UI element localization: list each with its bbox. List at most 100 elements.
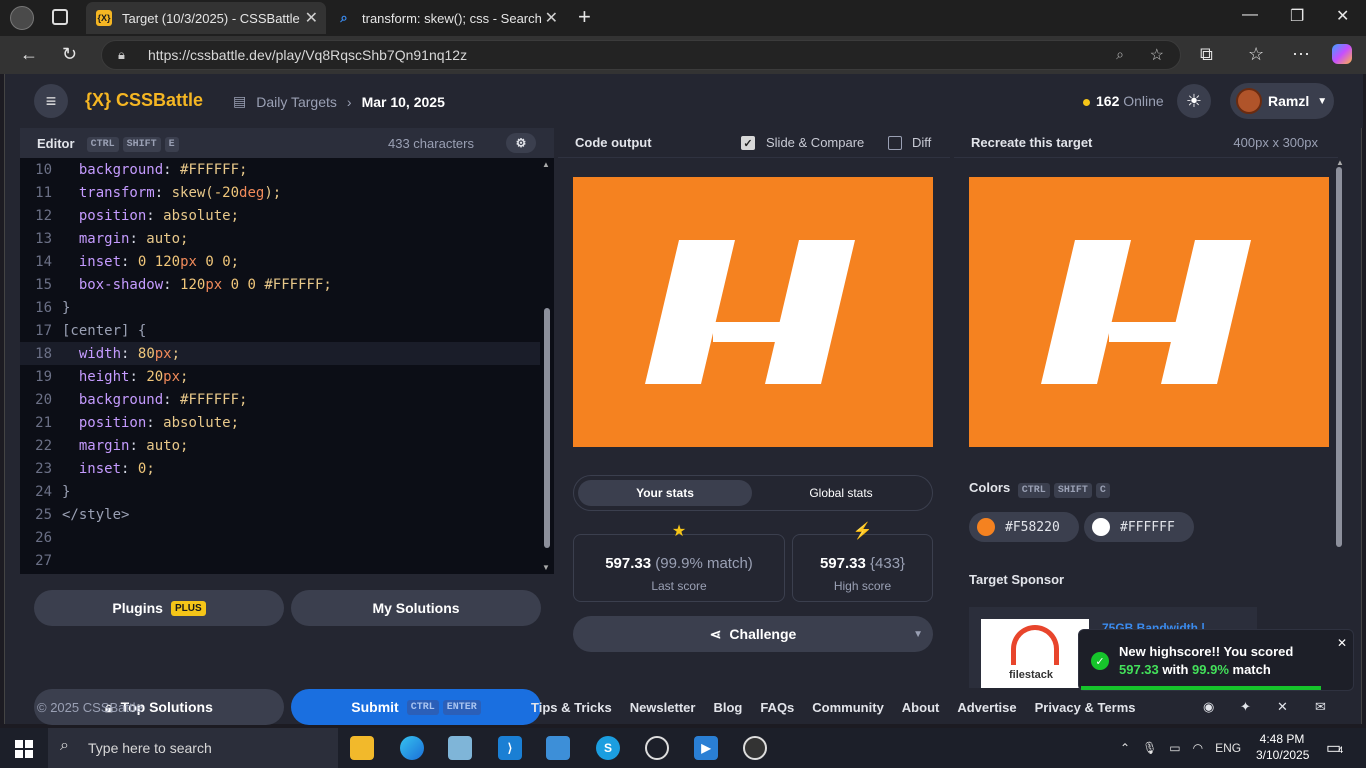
language-indicator[interactable]: ENG <box>1215 741 1241 755</box>
tab-actions-icon[interactable] <box>52 9 68 25</box>
profile-avatar[interactable] <box>10 6 34 30</box>
scroll-up-icon[interactable]: ▲ <box>542 160 550 169</box>
file-explorer-icon[interactable] <box>350 736 374 760</box>
skype-icon[interactable]: S <box>596 736 620 760</box>
close-window-icon[interactable]: ✕ <box>1336 6 1349 26</box>
code-line[interactable]: 15 box-shadow: 120px 0 0 #FFFFFF; <box>20 273 540 296</box>
taskbar-search[interactable]: ⌕ Type here to search <box>48 728 338 768</box>
x-icon[interactable]: ✕ <box>1277 699 1288 715</box>
microphone-icon[interactable]: 🎙︎ <box>1142 741 1157 755</box>
tab-cssbattle[interactable]: {X} Target (10/3/2025) - CSSBattle ✕ <box>86 2 326 34</box>
editor-scrollbar[interactable]: ▲ ▼ <box>541 158 553 574</box>
theme-toggle-button[interactable]: ☀ <box>1177 84 1211 118</box>
cssbattle-logo[interactable]: {X} CSSBattle <box>85 90 203 111</box>
scroll-down-icon[interactable]: ▼ <box>542 563 550 572</box>
tab-global-stats[interactable]: Global stats <box>754 480 928 506</box>
edge-icon[interactable] <box>400 736 424 760</box>
code-line[interactable]: 26 <box>20 526 540 549</box>
high-score-card: ⚡ 597.33 {433} High score <box>792 523 933 602</box>
close-icon[interactable]: ✕ <box>1337 636 1347 650</box>
code-line[interactable]: 19 height: 20px; <box>20 365 540 388</box>
footer-link-about[interactable]: About <box>902 700 940 715</box>
line-code: margin: auto; <box>78 437 189 454</box>
footer-link-faqs[interactable]: FAQs <box>760 700 794 715</box>
code-line[interactable]: 25 </style> <box>20 503 540 526</box>
menu-button[interactable]: ≡ <box>34 84 68 118</box>
extensions-icon[interactable]: ⧉ <box>1200 44 1213 65</box>
slide-compare-checkbox[interactable]: ✓ <box>741 136 755 150</box>
chatgpt-icon[interactable] <box>645 736 669 760</box>
code-line[interactable]: 24} <box>20 480 540 503</box>
address-bar[interactable]: 🔒︎ https://cssbattle.dev/play/Vq8RqscShb… <box>101 40 1181 70</box>
back-icon[interactable]: ← <box>20 44 38 65</box>
bluesky-icon[interactable]: ✦ <box>1240 699 1251 715</box>
more-menu-icon[interactable]: ⋯ <box>1292 44 1310 65</box>
app-icon[interactable] <box>448 736 472 760</box>
battery-icon[interactable]: ▭ <box>1169 741 1180 755</box>
footer-link-privacy[interactable]: Privacy & Terms <box>1035 700 1136 715</box>
code-line[interactable]: 13 margin: auto; <box>20 227 540 250</box>
user-menu-button[interactable]: Ramzl ▼ <box>1230 83 1334 119</box>
breadcrumb-daily-targets[interactable]: Daily Targets <box>256 94 337 110</box>
discord-icon[interactable]: ◉ <box>1203 699 1214 715</box>
obs-icon[interactable] <box>743 736 767 760</box>
media-icon[interactable]: ▶ <box>694 736 718 760</box>
target-title: Recreate this target <box>971 135 1093 150</box>
close-tab-icon[interactable]: ✕ <box>305 8 318 28</box>
tab-search[interactable]: ⌕ transform: skew(); css - Search ✕ <box>326 4 566 32</box>
wifi-icon[interactable]: ◠ <box>1193 741 1203 755</box>
zoom-icon[interactable]: ⌕ <box>1116 46 1124 63</box>
challenge-button[interactable]: ⋖ Challenge ▼ <box>573 616 933 652</box>
notification-icon[interactable]: ▭4 <box>1326 738 1343 758</box>
footer-link-tips[interactable]: Tips & Tricks <box>531 700 612 715</box>
footer-link-advertise[interactable]: Advertise <box>957 700 1016 715</box>
editor-scroll-thumb[interactable] <box>544 308 550 548</box>
close-tab-icon[interactable]: ✕ <box>545 8 558 28</box>
code-line[interactable]: 12 position: absolute; <box>20 204 540 227</box>
code-line[interactable]: 23 inset: 0; <box>20 457 540 480</box>
maximize-icon[interactable]: ❐ <box>1290 6 1304 26</box>
minimize-icon[interactable]: — <box>1242 6 1258 24</box>
mail-icon[interactable]: ✉ <box>1315 699 1326 715</box>
target-scroll-thumb[interactable] <box>1336 167 1342 547</box>
code-line[interactable]: 14 inset: 0 120px 0 0; <box>20 250 540 273</box>
favorite-star-icon[interactable]: ☆ <box>1150 45 1164 65</box>
plugins-button[interactable]: Plugins PLUS <box>34 590 284 626</box>
target-scrollbar[interactable]: ▲ <box>1336 158 1344 558</box>
copilot-icon[interactable] <box>1332 44 1352 64</box>
footer-link-newsletter[interactable]: Newsletter <box>630 700 696 715</box>
tab-your-stats[interactable]: Your stats <box>578 480 752 506</box>
clock[interactable]: 4:48 PM 3/10/2025 <box>1256 731 1309 763</box>
new-tab-icon[interactable]: + <box>578 4 591 30</box>
code-line[interactable]: 22 margin: auto; <box>20 434 540 457</box>
photos-icon[interactable] <box>546 736 570 760</box>
favorites-icon[interactable]: ☆ <box>1248 44 1264 65</box>
code-output-canvas[interactable] <box>573 177 933 447</box>
code-line[interactable]: 10 background: #FFFFFF; <box>20 158 540 181</box>
color-swatch-white[interactable]: #FFFFFF <box>1084 512 1194 542</box>
chevron-down-icon[interactable]: ▼ <box>913 629 923 640</box>
diff-checkbox[interactable] <box>888 136 902 150</box>
footer-link-blog[interactable]: Blog <box>713 700 742 715</box>
code-line[interactable]: 27 <box>20 549 540 572</box>
vscode-icon[interactable]: ⟩ <box>498 736 522 760</box>
color-swatch-orange[interactable]: #F58220 <box>969 512 1079 542</box>
code-line[interactable]: 18 width: 80px; <box>20 342 540 365</box>
scroll-up-icon[interactable]: ▲ <box>1336 158 1344 167</box>
code-line[interactable]: 11 transform: skew(-20deg); <box>20 181 540 204</box>
footer-link-community[interactable]: Community <box>812 700 884 715</box>
plugins-label: Plugins <box>112 600 163 616</box>
windows-start-icon[interactable] <box>15 740 33 758</box>
code-editor[interactable]: 10 background: #FFFFFF; 11 transform: ske… <box>20 158 540 574</box>
calendar-icon: ▤ <box>233 93 247 109</box>
target-canvas[interactable] <box>969 177 1329 447</box>
toast-mid: with <box>1162 662 1189 677</box>
my-solutions-button[interactable]: My Solutions <box>291 590 541 626</box>
code-line[interactable]: 20 background: #FFFFFF; <box>20 388 540 411</box>
code-line[interactable]: 21 position: absolute; <box>20 411 540 434</box>
chevron-up-icon[interactable]: ⌃ <box>1120 741 1130 755</box>
refresh-icon[interactable]: ↻ <box>62 44 77 65</box>
code-line[interactable]: 17 [center] { <box>20 319 540 342</box>
code-line[interactable]: 16} <box>20 296 540 319</box>
editor-settings-button[interactable]: ⚙ <box>506 133 536 153</box>
